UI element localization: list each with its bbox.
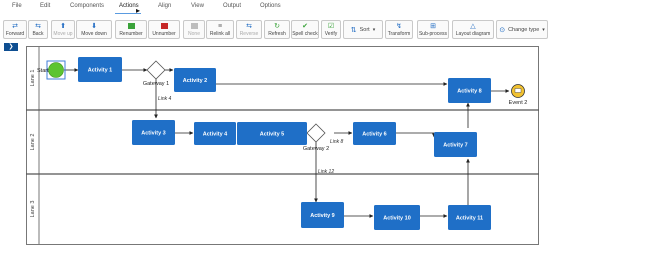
unnumber-button[interactable]: Unnumber [148, 20, 180, 39]
link-label: Link 12 [318, 169, 334, 175]
layout-diagram-button[interactable]: △ Layout diagram [452, 20, 494, 39]
menu-align[interactable]: Align [158, 3, 171, 9]
sort-icon: ⇅ [350, 26, 357, 34]
menu-edit[interactable]: Edit [40, 3, 50, 9]
layout-icon: △ [470, 23, 476, 30]
link-label: Link 4 [158, 96, 172, 102]
menu-output[interactable]: Output [223, 3, 241, 9]
envelope-icon [514, 88, 522, 93]
spell-check-icon: ✔ [302, 23, 308, 30]
link-label: Link 8 [330, 139, 344, 145]
back-icon: ⇆ [35, 23, 41, 30]
start-event[interactable] [48, 62, 64, 78]
activity-label: Activity 9 [310, 213, 334, 219]
none-icon [190, 23, 198, 30]
back-button[interactable]: ⇆ Back [28, 20, 48, 39]
activity-label: Activity 7 [443, 143, 467, 149]
activity-label: Activity 6 [362, 132, 386, 138]
chevron-down-icon: ▾ [372, 26, 376, 33]
lane-label: Lane 1 [30, 70, 36, 87]
spell-check-button[interactable]: ✔ Spell check [291, 20, 319, 39]
move-up-button[interactable]: ⬆ Move up [51, 20, 75, 39]
unnumber-icon [160, 23, 168, 30]
process-diagram: Lane 1 Lane 2 Lane 3 Link 4 Link 8 Link … [26, 46, 539, 245]
move-down-button[interactable]: ⬇ Move down [76, 20, 112, 39]
refresh-button[interactable]: ↻ Refresh [264, 20, 290, 39]
sort-button[interactable]: ⇅ Sort ▾ [343, 20, 383, 39]
mouse-cursor-icon: ▸ [136, 6, 141, 15]
transform-icon: ↯ [396, 23, 402, 30]
activity-label: Activity 2 [183, 78, 207, 84]
reverse-button[interactable]: ⇆ Reverse [236, 20, 262, 39]
lane-label: Lane 3 [30, 201, 36, 218]
chevron-right-icon: ❯ [8, 44, 14, 50]
menu-options[interactable]: Options [260, 3, 281, 9]
activity-label: Activity 10 [383, 216, 411, 222]
move-up-icon: ⬆ [60, 23, 66, 30]
change-type-icon: ⊙ [499, 26, 506, 34]
forward-button[interactable]: ⇄ Forward [3, 20, 27, 39]
verify-icon: ☑ [327, 23, 335, 30]
chevron-down-icon: ▾ [542, 26, 545, 33]
activity-label: Activity 4 [203, 132, 228, 138]
menu-file[interactable]: File [12, 3, 22, 9]
none-button[interactable]: None [183, 20, 205, 39]
move-down-icon: ⬇ [91, 23, 97, 30]
end-label: Event 2 [509, 100, 528, 106]
sub-process-icon: ⊞ [430, 23, 436, 30]
activity-label: Activity 1 [88, 68, 112, 74]
refresh-icon: ↻ [274, 23, 280, 30]
relink-all-button[interactable]: ≡ Relink all [206, 20, 234, 39]
gateway-label: Gateway 1 [143, 81, 169, 87]
renumber-icon [127, 23, 135, 30]
transform-button[interactable]: ↯ Transform [385, 20, 413, 39]
verify-button[interactable]: ☑ Verify [321, 20, 341, 39]
gateway-label: Gateway 2 [303, 146, 329, 152]
start-label: Start [37, 68, 49, 74]
activity-label: Activity 5 [260, 132, 284, 138]
change-type-button[interactable]: ⊙ Change type ▾ [496, 20, 548, 39]
relink-icon: ≡ [217, 23, 223, 30]
activity-label: Activity 8 [457, 89, 481, 95]
menu-view[interactable]: View [191, 3, 204, 9]
reverse-icon: ⇆ [246, 23, 252, 30]
forward-icon: ⇄ [12, 23, 18, 30]
activity-label: Activity 11 [456, 216, 483, 222]
sub-process-button[interactable]: ⊞ Sub-process [417, 20, 449, 39]
activity-label: Activity 3 [141, 131, 165, 137]
lane-label: Lane 2 [30, 134, 36, 151]
renumber-button[interactable]: Renumber [115, 20, 147, 39]
menu-components[interactable]: Components [70, 3, 104, 9]
expand-panel-button[interactable]: ❯ [4, 43, 18, 51]
menu-bar: File Edit Components Actions Align View … [0, 0, 667, 14]
